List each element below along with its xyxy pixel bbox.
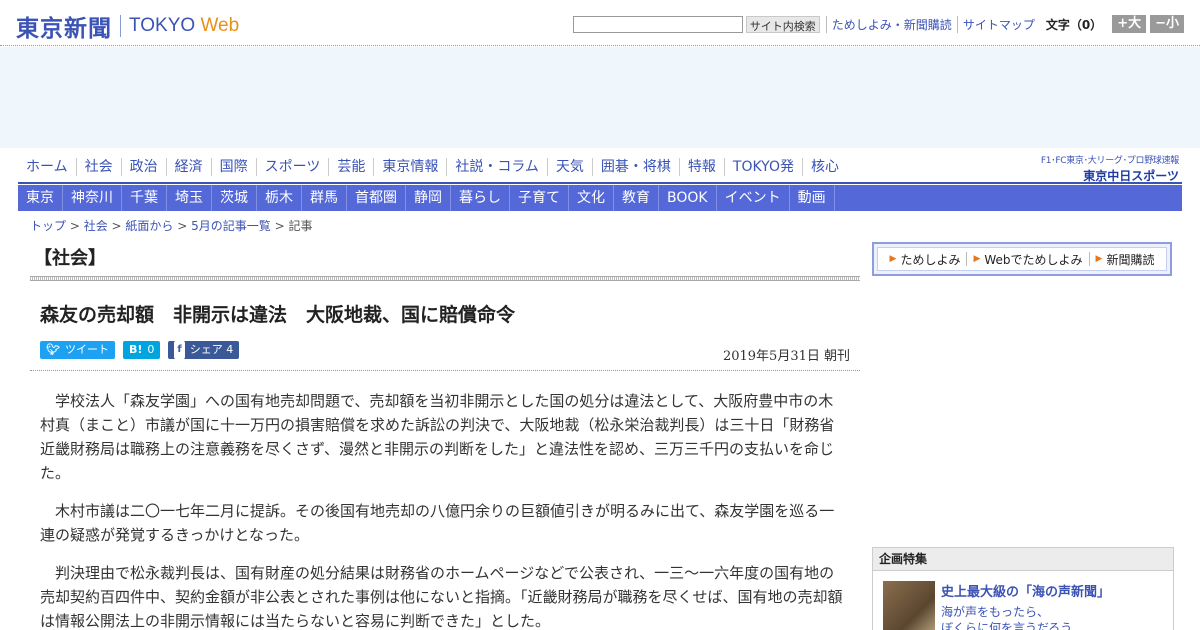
region-item-living[interactable]: 暮らし [451,185,510,211]
logo-english: TOKYO Web [129,15,240,36]
region-item-tokyo[interactable]: 東京 [18,185,63,211]
feature-title-link[interactable]: 史上最大級の「海の声新聞」 [941,581,1110,600]
article-body: 学校法人「森友学園」への国有地売却問題で、売却額を当初非開示とした国の処分は違法… [40,389,845,630]
site-logo[interactable]: 東京新聞 TOKYO Web [16,9,239,43]
article-paragraph: 学校法人「森友学園」への国有地売却問題で、売却額を当初非開示とした国の処分は違法… [40,392,835,482]
font-smaller-button[interactable]: −小 [1150,15,1184,33]
ad-banner-area [0,47,1200,148]
subscription-promo: ▶ ためしよみ ▶ Webでためしよみ ▶ 新聞購読 [872,242,1172,276]
feature-header: 企画特集 [873,548,1173,571]
twitter-icon: 🐦︎ [46,343,60,356]
nav-item-politics[interactable]: 政治 [120,158,166,176]
site-search-input[interactable] [572,15,743,33]
nav-item-society[interactable]: 社会 [75,158,121,176]
promo-trial-link[interactable]: ▶ ためしよみ [884,251,967,268]
arrow-right-icon: ▶ [1095,254,1103,264]
nav-item-weather[interactable]: 天気 [546,158,592,176]
nav-item-sports[interactable]: スポーツ [255,158,329,176]
nav-divider [18,182,1182,184]
region-item-shizuoka[interactable]: 静岡 [406,185,451,211]
breadcrumb-print[interactable]: 紙面から [125,219,173,233]
trial-subscribe-link[interactable]: ためしよみ・新聞購読 [825,15,957,33]
breadcrumb-month-list[interactable]: 5月の記事一覧 [191,219,271,233]
nav-item-tokyo-info[interactable]: 東京情報 [373,158,446,176]
promo-web-trial-link[interactable]: ▶ Webでためしよみ [967,251,1088,268]
share-buttons: 🐦︎ ツイート B! 0 f シェア 4 [40,341,247,359]
promo-subscribe-link[interactable]: ▶ 新聞購読 [1090,251,1161,268]
region-item-chiba[interactable]: 千葉 [122,185,167,211]
facebook-icon: f [174,341,185,359]
logo-japanese: 東京新聞 [16,15,112,42]
region-item-ibaraki[interactable]: 茨城 [212,185,257,211]
nav-item-entertainment[interactable]: 芸能 [328,158,373,176]
chunichi-sports-banner[interactable]: F1･FC東京･大リーグ･プロ野球速報 東京中日スポーツ [1027,153,1179,183]
region-item-saitama[interactable]: 埼玉 [167,185,212,211]
nav-item-home[interactable]: ホーム [18,158,76,176]
arrow-right-icon: ▶ [889,254,897,264]
feature-box: 企画特集 史上最大級の「海の声新聞」 海が声をもったら、 ぼくらに何を言うだろう [872,547,1174,630]
promo-links: ▶ ためしよみ ▶ Webでためしよみ ▶ 新聞購読 [876,247,1168,271]
nav-item-editorial[interactable]: 社説・コラム [446,158,547,176]
article-paragraph: 判決理由で松永裁判長は、国有財産の処分結果は財務省のホームページなどで公表され、… [40,564,843,630]
article-headline: 森友の売却額 非開示は違法 大阪地裁、国に賠償命令 [40,304,516,326]
section-divider [30,276,860,281]
breadcrumb-society[interactable]: 社会 [84,219,108,233]
region-item-education[interactable]: 教育 [614,185,659,211]
section-title: 【社会】 [34,248,106,269]
facebook-share-count: 4 [226,343,234,356]
region-item-book[interactable]: BOOK [659,185,717,211]
region-item-kanagawa[interactable]: 神奈川 [63,185,122,211]
nav-item-tokyo-hatsu[interactable]: TOKYO発 [723,158,802,176]
breadcrumb-current: 記事 [288,219,313,233]
font-larger-button[interactable]: +大 [1112,15,1147,33]
logo-divider [120,15,121,37]
hatena-icon: B! [128,343,143,356]
region-item-gunma[interactable]: 群馬 [302,185,347,211]
region-item-culture[interactable]: 文化 [569,185,614,211]
date-divider [30,370,860,371]
nav-item-core[interactable]: 核心 [801,158,847,176]
arrow-right-icon: ▶ [973,254,981,264]
nav-item-go-shogi[interactable]: 囲碁・将棋 [591,158,679,176]
facebook-share-button[interactable]: f シェア 4 [168,341,240,359]
region-item-parenting[interactable]: 子育て [510,185,569,211]
breadcrumb: トップ > 社会 > 紙面から > 5月の記事一覧 > 記事 [30,219,313,233]
region-item-tochigi[interactable]: 栃木 [257,185,302,211]
site-search-button[interactable]: サイト内検索 [745,15,820,33]
nav-item-economy[interactable]: 経済 [165,158,211,176]
site-header: 東京新聞 TOKYO Web サイト内検索 ためしよみ・新聞購読 サイトマップ … [0,0,1200,46]
breadcrumb-top[interactable]: トップ [30,219,66,233]
feature-description: 海が声をもったら、 ぼくらに何を言うだろう [941,605,1073,630]
feature-thumbnail[interactable] [883,581,935,630]
region-nav: 東京 神奈川 千葉 埼玉 茨城 栃木 群馬 首都圏 静岡 暮らし 子育て 文化 … [18,185,1182,211]
region-item-event[interactable]: イベント [717,185,790,211]
region-item-shutoken[interactable]: 首都圏 [347,185,406,211]
header-tools: サイト内検索 ためしよみ・新聞購読 サイトマップ 文字（0） +大 −小 [572,15,1184,33]
chunichi-tagline: F1･FC東京･大リーグ･プロ野球速報 [1040,156,1179,166]
hatena-count: 0 [147,343,155,356]
tweet-button[interactable]: 🐦︎ ツイート [40,341,115,359]
hatena-bookmark-button[interactable]: B! 0 [122,341,161,359]
sitemap-link[interactable]: サイトマップ [956,15,1040,33]
nav-item-international[interactable]: 国際 [210,158,256,176]
font-size-label: 文字（0） [1045,17,1103,32]
publish-date: 2019年5月31日 朝刊 [722,349,850,364]
nav-item-special-report[interactable]: 特報 [678,158,724,176]
article-paragraph: 木村市議は二〇一七年二月に提訴。その後国有地売却の八億円余りの巨額値引きが明るみ… [40,502,835,544]
region-item-video[interactable]: 動画 [790,185,835,211]
main-nav: ホーム 社会 政治 経済 国際 スポーツ 芸能 東京情報 社説・コラム 天気 囲… [18,158,847,176]
